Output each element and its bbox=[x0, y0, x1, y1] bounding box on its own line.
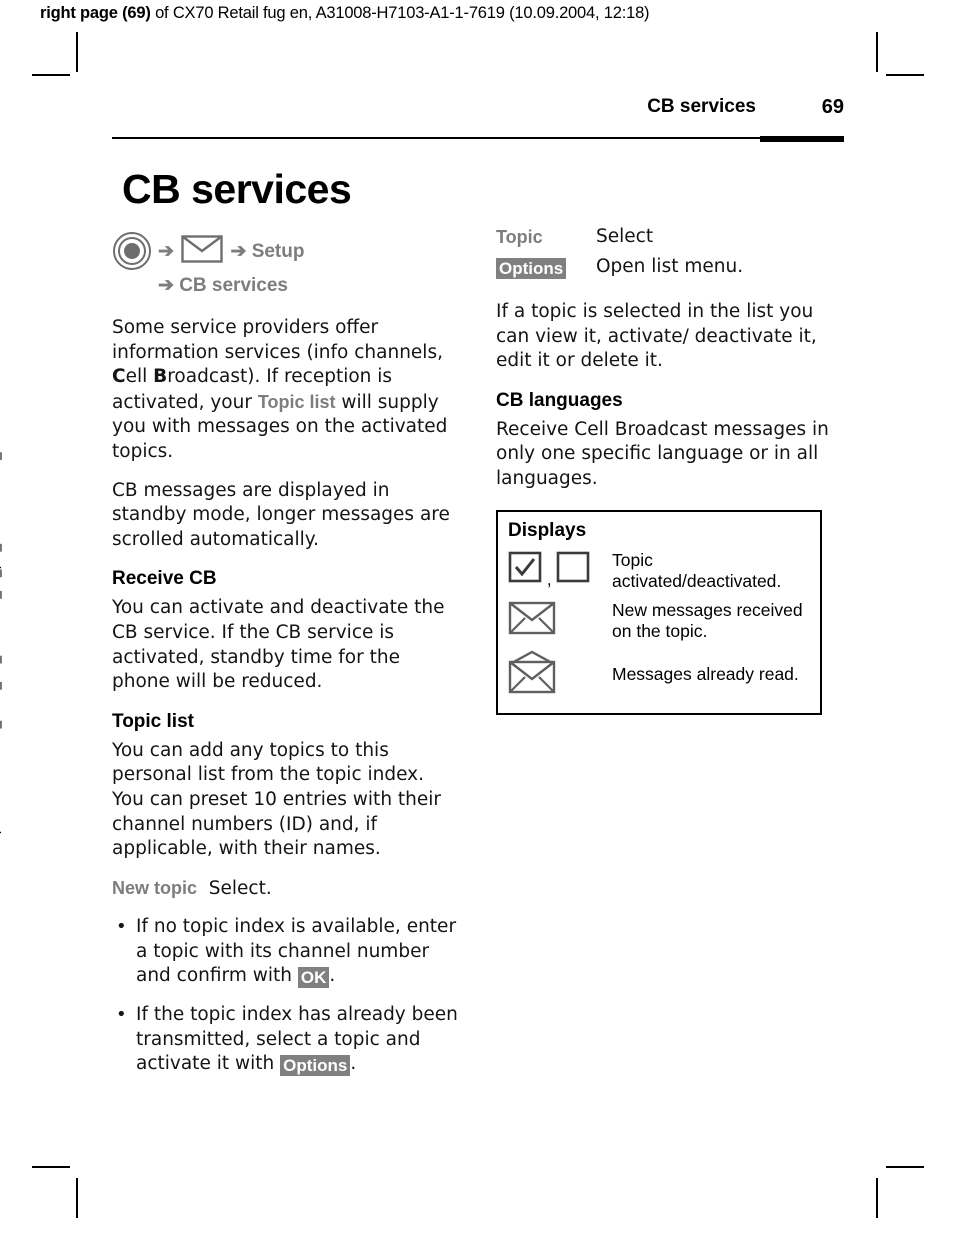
intro-paragraph-1: Some service providers offer information… bbox=[112, 316, 460, 465]
displays-desc: Topic activated/deactivated. bbox=[612, 549, 782, 591]
page-content: CB services 69 CB services ➔ ➔ Setup ➔ C… bbox=[112, 96, 844, 1077]
bold-b: B bbox=[153, 366, 168, 388]
new-topic-row: New topic Select. bbox=[112, 876, 460, 902]
envelope-closed-icon bbox=[508, 601, 556, 639]
print-header-rest: of CX70 Retail fug en, A31008-H7103-A1-1… bbox=[150, 4, 650, 22]
arrow-right-icon-2: ➔ bbox=[230, 241, 247, 262]
softkey-options[interactable]: Options bbox=[496, 258, 567, 279]
cb-languages-body: Receive Cell Broadcast messages in only … bbox=[496, 418, 829, 489]
displays-desc: Messages already read. bbox=[612, 663, 799, 684]
crop-mark-top-left-vertical bbox=[76, 32, 78, 72]
chapter-title: CB services bbox=[122, 166, 352, 212]
crop-mark-top-right-vertical bbox=[876, 32, 878, 72]
displays-box-title: Displays bbox=[508, 519, 587, 541]
menu-item-cb-services[interactable]: CB services bbox=[179, 275, 288, 296]
running-head: CB services 69 bbox=[112, 96, 844, 136]
page-number: 69 bbox=[821, 96, 844, 118]
left-column: ➔ ➔ Setup ➔ CB services Some service pro… bbox=[112, 225, 460, 1091]
envelope-icon bbox=[181, 235, 228, 268]
checkbox-checked-icon bbox=[508, 551, 547, 587]
icon-cell bbox=[508, 596, 612, 646]
icon-cell: , bbox=[508, 546, 612, 596]
var-language-note: VAR Language: en; VAR issue date: 040728 bbox=[950, 0, 954, 28]
receive-cb-body: You can activate and deactivate the CB s… bbox=[112, 597, 445, 693]
arrow-right-icon-1: ➔ bbox=[158, 241, 174, 262]
checkbox-empty-icon bbox=[552, 551, 591, 587]
intro-text-a: Some service providers offer information… bbox=[112, 317, 443, 363]
displays-desc: New messages received on the topic. bbox=[612, 599, 803, 641]
table-row: , Topic activated/deactivated. bbox=[508, 546, 810, 596]
bullet2-text-b: . bbox=[350, 1053, 357, 1075]
heading-cb-languages: CB languages bbox=[496, 389, 623, 411]
topic-list-body: You can add any topics to this personal … bbox=[112, 739, 442, 860]
header-rule-thin bbox=[112, 137, 760, 139]
key-cell: Options bbox=[496, 255, 596, 284]
bullet1-text-b: . bbox=[329, 965, 336, 987]
table-row: Options Open list menu. bbox=[496, 255, 743, 284]
list-item: If the topic index has already been tran… bbox=[112, 1003, 460, 1077]
intro-text-b: ell bbox=[125, 366, 154, 388]
arrow-right-icon-3: ➔ bbox=[158, 275, 174, 296]
desc-cell: Select bbox=[596, 226, 654, 247]
softkey-ok[interactable]: OK bbox=[297, 967, 330, 989]
icon-cell bbox=[508, 646, 612, 703]
navigation-key-icon bbox=[112, 231, 152, 275]
menu-path: ➔ ➔ Setup ➔ CB services bbox=[112, 231, 460, 300]
right-paragraph-1: If a topic is selected in the list you c… bbox=[496, 301, 817, 372]
displays-table: , Topic activated/deactivated. New messa… bbox=[508, 546, 810, 703]
menu-path-text: ➔ ➔ Setup ➔ CB services bbox=[158, 231, 304, 300]
envelope-open-icon bbox=[508, 650, 556, 698]
desc-cell: Open list menu. bbox=[596, 256, 744, 277]
heading-topic-list: Topic list bbox=[112, 710, 194, 732]
header-rule-thick bbox=[760, 136, 844, 142]
key-description-table: Topic Select Options Open list menu. bbox=[496, 225, 743, 284]
bullet-list: If no topic index is available, enter a … bbox=[112, 915, 460, 1077]
heading-receive-cb: Receive CB bbox=[112, 568, 217, 590]
intro-paragraph-2: CB messages are displayed in standby mod… bbox=[112, 479, 450, 550]
list-item: If no topic index is available, enter a … bbox=[112, 915, 460, 989]
running-head-title: CB services bbox=[647, 96, 756, 117]
bold-c: C bbox=[112, 366, 126, 388]
crop-mark-bottom-right-vertical bbox=[876, 1178, 878, 1218]
table-row: Topic Select bbox=[496, 225, 743, 255]
displays-box: Displays , Topic activated/deactivated. … bbox=[496, 509, 822, 715]
crop-mark-top-right-horizontal bbox=[886, 74, 924, 76]
crop-mark-bottom-left-vertical bbox=[76, 1178, 78, 1218]
right-column: Topic Select Options Open list menu. If … bbox=[496, 225, 844, 715]
crop-mark-bottom-right-horizontal bbox=[886, 1166, 924, 1168]
print-header: right page (69) of CX70 Retail fug en, A… bbox=[40, 4, 650, 23]
footer-file-path: © Siemens AG 2003, C:\Siemens\Produkte\C… bbox=[0, 406, 2, 1228]
topic-list-reference: Topic list bbox=[257, 391, 336, 412]
header-rule bbox=[112, 136, 844, 142]
crop-mark-bottom-left-horizontal bbox=[32, 1166, 70, 1168]
separator-comma: , bbox=[546, 570, 552, 590]
key-cell: Topic bbox=[496, 225, 596, 255]
crop-mark-top-left-horizontal bbox=[32, 74, 70, 76]
new-topic-desc: Select. bbox=[208, 877, 272, 899]
table-row: New messages received on the topic. bbox=[508, 596, 810, 646]
print-header-bold: right page (69) bbox=[40, 4, 151, 22]
new-topic-key: New topic bbox=[112, 877, 198, 898]
softkey-options[interactable]: Options bbox=[280, 1055, 351, 1077]
bullet1-text-a: If no topic index is available, enter a … bbox=[136, 916, 457, 987]
menu-item-setup[interactable]: Setup bbox=[252, 241, 305, 262]
key-topic: Topic bbox=[496, 227, 543, 247]
table-row: Messages already read. bbox=[508, 646, 810, 703]
